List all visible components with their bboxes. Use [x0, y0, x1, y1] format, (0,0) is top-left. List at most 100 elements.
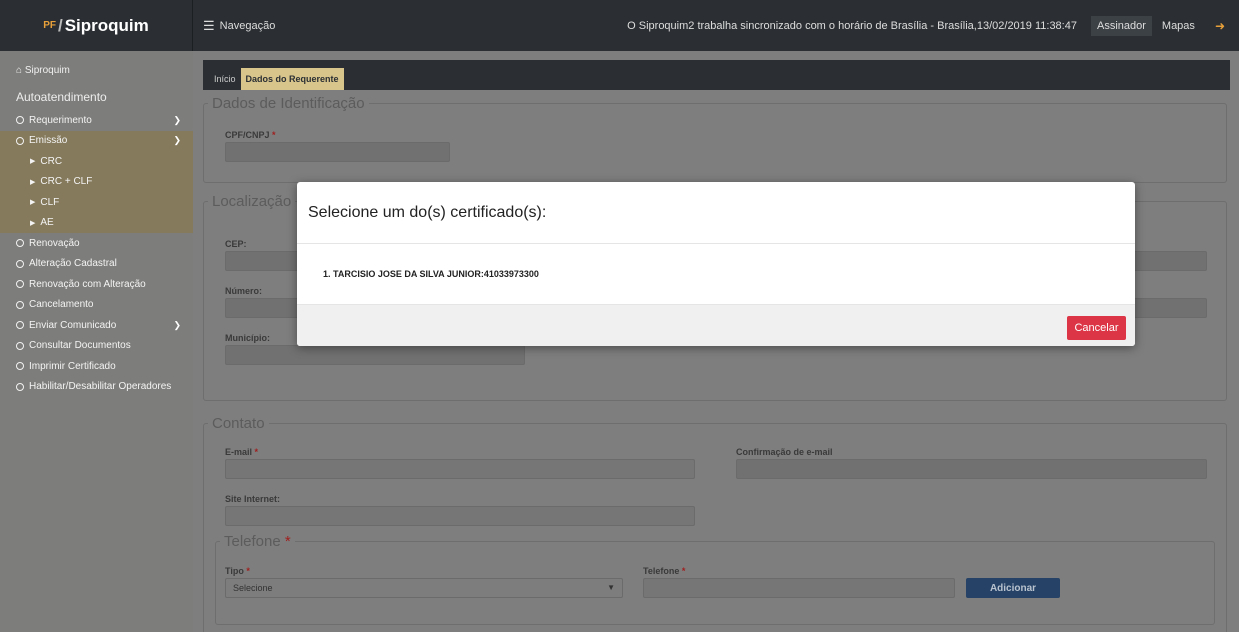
add-phone-button[interactable]: Adicionar	[966, 578, 1060, 598]
sync-status-text: O Siproquim2 trabalha sincronizado com o…	[627, 19, 1077, 32]
required-mark: *	[681, 566, 686, 576]
sidebar-subitem-crc[interactable]: ▶ CRC	[0, 151, 193, 172]
caret-right-icon: ▶	[30, 199, 36, 207]
site-label: Site Internet:	[225, 494, 281, 504]
maps-button[interactable]: Mapas	[1156, 16, 1201, 36]
sidebar-item-alteracao-cadastral[interactable]: Alteração Cadastral	[0, 254, 193, 275]
sidebar-item-label: Imprimir Certificado	[29, 360, 116, 372]
telefone-input[interactable]	[643, 578, 955, 598]
sidebar-item-consultar-documentos[interactable]: Consultar Documentos	[0, 336, 193, 357]
modal-footer: Cancelar	[297, 304, 1135, 346]
sidebar-subitem-clf[interactable]: ▶ CLF	[0, 192, 193, 213]
sidebar-subitem-crc-clf[interactable]: ▶ CRC + CLF	[0, 172, 193, 193]
identificacao-legend: Dados de Identificação	[212, 95, 365, 112]
sign-out-icon[interactable]: ➜	[1215, 19, 1225, 33]
sidebar-item-emissao[interactable]: Emissão ❯	[0, 130, 193, 151]
caret-right-icon: ▶	[30, 219, 36, 227]
modal-title: Selecione um do(s) certificado(s):	[297, 182, 1135, 244]
sidebar-item-label: Cancelamento	[29, 299, 94, 311]
chevron-down-icon: ❯	[173, 114, 181, 125]
caret-down-icon: ▼	[607, 583, 615, 592]
brand-logo[interactable]: PF / Siproquim	[0, 0, 193, 51]
email-input[interactable]	[225, 459, 695, 479]
confirm-email-label: Confirmação de e-mail	[736, 447, 833, 457]
telefone-legend: Telefone *	[220, 533, 295, 550]
sidebar: ⌂ Siproquim Autoatendimento Requerimento…	[0, 51, 193, 632]
sidebar-item-label: Requerimento	[29, 114, 92, 126]
tipo-select-value: Selecione	[233, 583, 273, 593]
sidebar-subitem-ae[interactable]: ▶ AE	[0, 213, 193, 234]
emissao-submenu: ▶ CRC ▶ CRC + CLF ▶ CLF ▶ AE	[0, 151, 193, 233]
sidebar-item-label: Enviar Comunicado	[29, 319, 117, 331]
subitem-label: CRC	[40, 155, 63, 167]
circle-icon	[16, 280, 24, 289]
caret-right-icon: ▶	[30, 158, 36, 166]
sidebar-item-imprimir-certificado[interactable]: Imprimir Certificado	[0, 356, 193, 377]
circle-icon	[16, 116, 24, 125]
required-mark: *	[254, 447, 259, 457]
brand-separator: /	[57, 15, 63, 35]
cpf-label-text: CPF/CNPJ	[225, 130, 270, 140]
circle-icon	[16, 362, 24, 371]
subitem-label: CLF	[40, 196, 60, 208]
hamburger-icon: ☰	[203, 17, 215, 33]
circle-icon	[16, 321, 24, 330]
sidebar-section-title: Autoatendimento	[16, 90, 107, 104]
tab-bar: Início Dados do Requerente	[203, 60, 1230, 90]
subitem-label: CRC + CLF	[40, 176, 93, 188]
site-input[interactable]	[225, 506, 695, 526]
municipio-input[interactable]	[225, 345, 525, 365]
sidebar-item-label: Emissão	[29, 135, 68, 147]
home-icon: ⌂	[16, 65, 23, 76]
cep-label: CEP:	[225, 239, 247, 249]
chevron-down-icon: ❯	[173, 135, 181, 146]
required-mark: *	[246, 566, 250, 576]
telefone-legend-text: Telefone	[224, 533, 281, 550]
required-mark: *	[284, 533, 291, 550]
sidebar-item-label: Alteração Cadastral	[29, 258, 117, 270]
signer-button[interactable]: Assinador	[1090, 15, 1152, 36]
top-navbar: PF / Siproquim ☰ Navegação O Siproquim2 …	[0, 0, 1239, 51]
subitem-label: AE	[40, 217, 54, 229]
sidebar-home-label: Siproquim	[24, 65, 70, 76]
caret-right-icon: ▶	[30, 178, 36, 186]
sidebar-item-renovacao[interactable]: Renovação	[0, 233, 193, 254]
circle-icon	[16, 239, 24, 248]
confirm-email-input[interactable]	[736, 459, 1207, 479]
circle-icon	[16, 341, 24, 350]
sidebar-item-habilitar-operadores[interactable]: Habilitar/Desabilitar Operadores	[0, 377, 193, 398]
brand-prefix: PF	[43, 20, 56, 31]
circle-icon	[16, 382, 24, 391]
navigation-label: Navegação	[219, 19, 276, 32]
email-label: E-mail *	[225, 447, 258, 457]
sidebar-item-label: Consultar Documentos	[29, 340, 131, 352]
certificate-option[interactable]: 1. TARCISIO JOSE DA SILVA JUNIOR:4103397…	[323, 269, 539, 279]
telefone-label-text: Telefone	[643, 566, 680, 576]
tab-dados-requerente[interactable]: Dados do Requerente	[240, 68, 344, 90]
required-mark: *	[272, 130, 276, 140]
sidebar-item-enviar-comunicado[interactable]: Enviar Comunicado ❯	[0, 315, 193, 336]
tipo-label: Tipo *	[225, 566, 250, 576]
numero-label: Número:	[225, 286, 263, 296]
sidebar-item-label: Renovação	[29, 237, 80, 249]
navigation-toggle[interactable]: ☰ Navegação	[203, 18, 275, 34]
identificacao-fieldset: Dados de Identificação	[203, 95, 1227, 183]
chevron-right-icon: ❯	[173, 319, 181, 330]
sidebar-item-renovacao-alteracao[interactable]: Renovação com Alteração	[0, 274, 193, 295]
sidebar-item-cancelamento[interactable]: Cancelamento	[0, 295, 193, 316]
tipo-label-text: Tipo	[225, 566, 244, 576]
tipo-select[interactable]: Selecione ▼	[225, 578, 623, 598]
sidebar-item-requerimento[interactable]: Requerimento ❯	[0, 110, 193, 131]
localizacao-legend: Localização	[212, 193, 292, 210]
brand-name: Siproquim	[64, 15, 149, 35]
circle-icon	[16, 259, 24, 268]
cancel-button[interactable]: Cancelar	[1067, 316, 1126, 340]
cpf-input[interactable]	[225, 142, 450, 162]
sidebar-item-label: Habilitar/Desabilitar Operadores	[29, 381, 172, 393]
sidebar-item-label: Renovação com Alteração	[29, 278, 146, 290]
telefone-label: Telefone *	[643, 566, 685, 576]
sidebar-home[interactable]: ⌂ Siproquim	[0, 51, 193, 76]
tab-inicio[interactable]: Início	[209, 68, 241, 90]
email-label-text: E-mail	[225, 447, 253, 457]
municipio-label: Município:	[225, 333, 270, 343]
